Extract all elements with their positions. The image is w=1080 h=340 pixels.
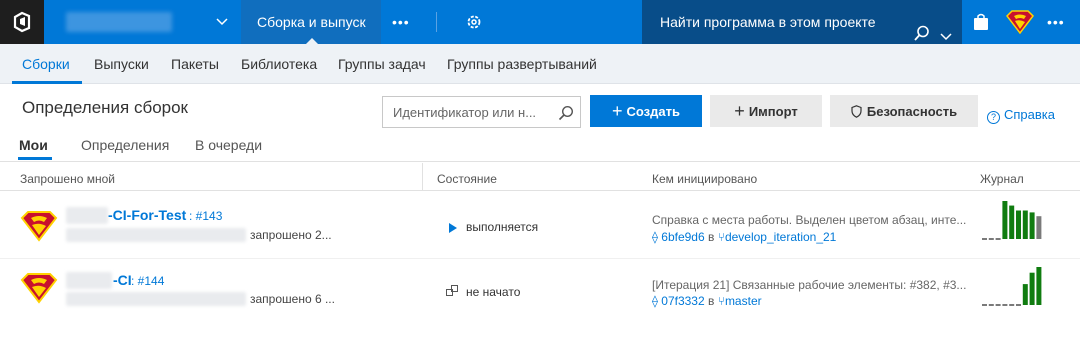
branch-link[interactable]: master (725, 294, 762, 308)
chevron-down-icon[interactable] (216, 12, 228, 35)
marketplace-bag-icon[interactable] (973, 13, 989, 34)
branch-icon: ⑂ (717, 230, 725, 244)
help-link[interactable]: ? Справка (987, 107, 1055, 124)
commit-info: ⟠ 07f3332 в ⑂master (652, 294, 762, 308)
history-empty-slot (995, 238, 1001, 240)
in-label: в (708, 294, 715, 308)
commit-message: Справка с места работы. Выделен цветом а… (652, 213, 967, 227)
build-state: не начато (466, 285, 521, 299)
user-avatar[interactable] (1006, 10, 1034, 37)
history-empty-slot (1016, 304, 1021, 306)
history-empty-slot (982, 304, 987, 306)
plus-icon: + (734, 101, 745, 121)
nav-builds[interactable]: Сборки (22, 56, 70, 72)
divider (0, 190, 1080, 191)
security-button[interactable]: Безопасность (830, 95, 978, 127)
definition-avatar (20, 272, 58, 307)
more-hubs-button[interactable]: ••• (392, 14, 410, 30)
commit-icon: ⟠ (652, 294, 658, 308)
create-button[interactable]: + Создать (590, 95, 702, 127)
play-icon (449, 221, 457, 236)
plus-icon: + (612, 101, 623, 121)
redacted-requester (66, 292, 246, 306)
definition-avatar (20, 210, 58, 245)
redacted-project-prefix (66, 272, 112, 289)
history-empty-slot (1002, 304, 1008, 306)
hub-subnav: Сборки Выпуски Пакеты Библиотека Группы … (0, 44, 1080, 84)
more-options-button[interactable]: ••• (1047, 14, 1065, 30)
history-bar[interactable] (1029, 272, 1035, 305)
build-history-chart[interactable] (982, 266, 1062, 306)
import-button[interactable]: + Импорт (710, 95, 822, 127)
history-empty-slot (988, 304, 994, 306)
top-bar: Сборка и выпуск ••• Найти программа в эт… (0, 0, 1080, 44)
nav-task-groups[interactable]: Группы задач (338, 56, 426, 72)
tab-queued[interactable]: В очереди (195, 137, 262, 153)
build-definition-link[interactable]: -CI-For-Test (108, 207, 186, 223)
column-header-history[interactable]: Журнал (980, 172, 1024, 186)
help-label: Справка (1004, 107, 1055, 122)
history-bar[interactable] (1029, 212, 1035, 239)
in-label: в (708, 230, 715, 244)
column-header-requested[interactable]: Запрошено мной (20, 172, 115, 186)
nav-releases[interactable]: Выпуски (94, 56, 149, 72)
commit-link[interactable]: 6bfe9d6 (661, 230, 704, 244)
project-name-redacted[interactable] (66, 12, 172, 32)
tab-mine[interactable]: Мои (19, 137, 48, 153)
history-bar[interactable] (1036, 216, 1042, 239)
page-title: Определения сборок (22, 98, 188, 117)
hub-title: Сборка и выпуск (257, 14, 366, 30)
redacted-project-prefix (66, 207, 108, 224)
commit-message: [Итерация 21] Связанные рабочие элементы… (652, 278, 967, 292)
branch-link[interactable]: develop_iteration_21 (725, 230, 836, 244)
build-number-link[interactable]: : #143 (189, 209, 222, 223)
active-tab-underline (18, 157, 52, 160)
active-nav-underline (12, 81, 82, 84)
column-header-state[interactable]: Состояние (437, 172, 497, 186)
history-bar[interactable] (1009, 205, 1015, 239)
vsts-logo-icon[interactable] (0, 0, 44, 44)
build-history-chart[interactable] (982, 200, 1062, 240)
history-bar[interactable] (1002, 201, 1008, 239)
not-started-icon (446, 285, 458, 300)
redacted-requester (66, 228, 246, 242)
history-bar[interactable] (1022, 284, 1028, 305)
search-icon[interactable] (558, 105, 574, 124)
tab-definitions[interactable]: Определения (81, 137, 169, 153)
divider (436, 12, 437, 32)
column-divider (422, 163, 423, 190)
history-empty-slot (982, 238, 987, 240)
commit-info: ⟠ 6bfe9d6 в ⑂develop_iteration_21 (652, 230, 836, 244)
build-definition-link[interactable]: -CI (113, 272, 132, 288)
nav-deployment-groups[interactable]: Группы развертываний (447, 56, 597, 72)
security-label: Безопасность (866, 103, 958, 119)
column-header-triggered[interactable]: Кем инициировано (652, 172, 757, 186)
history-empty-slot (995, 304, 1001, 306)
requested-time: запрошено 2... (250, 228, 332, 242)
history-empty-slot (988, 238, 994, 240)
divider (0, 258, 1080, 259)
project-search-input[interactable]: Найти программа в этом проекте (660, 14, 876, 30)
definition-search-input[interactable]: Идентификатор или н... (382, 96, 581, 128)
branch-icon: ⑂ (717, 294, 725, 308)
project-search[interactable]: Найти программа в этом проекте (642, 0, 962, 44)
divider (0, 161, 1080, 162)
nav-packages[interactable]: Пакеты (171, 56, 219, 72)
build-state: выполняется (466, 220, 539, 234)
commit-link[interactable]: 07f3332 (661, 294, 704, 308)
history-bar[interactable] (1016, 210, 1021, 240)
commit-icon: ⟠ (652, 230, 658, 244)
definition-search-placeholder: Идентификатор или н... (393, 105, 537, 120)
help-circle-icon: ? (987, 111, 1000, 124)
requested-time: запрошено 6 ... (250, 292, 335, 306)
create-label: Создать (626, 103, 680, 119)
build-number-link[interactable]: : #144 (131, 274, 164, 288)
history-bar[interactable] (1022, 210, 1028, 240)
history-bar[interactable] (1036, 267, 1042, 305)
shield-icon (851, 104, 862, 118)
nav-library[interactable]: Библиотека (241, 56, 317, 72)
gear-icon[interactable] (465, 13, 483, 34)
history-empty-slot (1009, 304, 1015, 306)
import-label: Импорт (748, 103, 798, 119)
